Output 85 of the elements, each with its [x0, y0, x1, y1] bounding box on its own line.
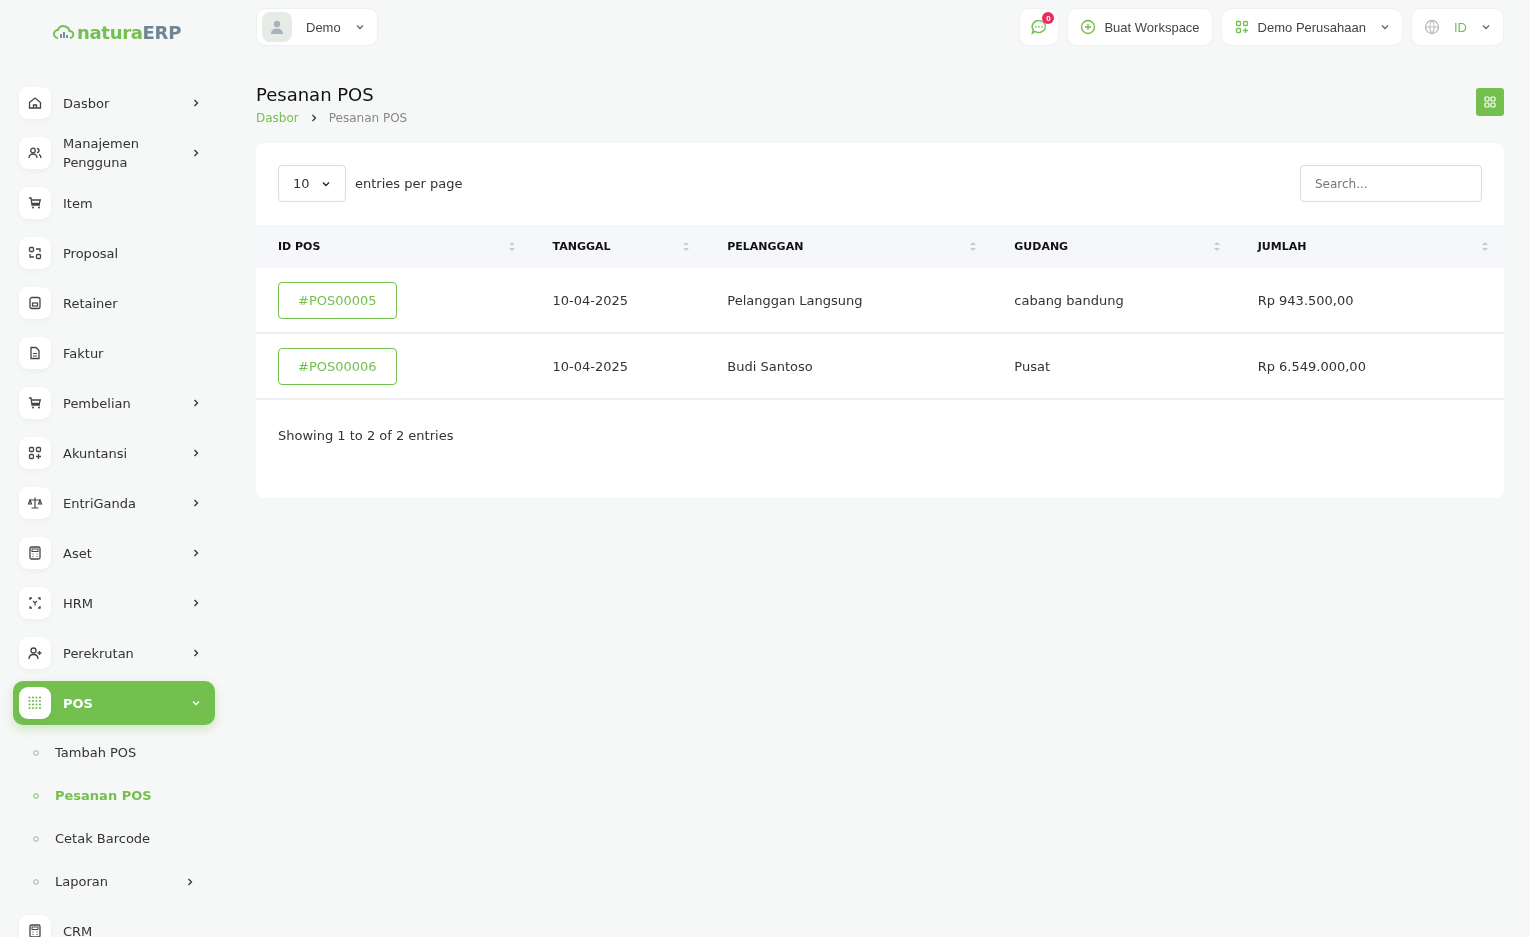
table-cell: Rp 6.549.000,00: [1235, 333, 1504, 399]
focus-icon: [27, 595, 43, 611]
save-icon: [27, 295, 43, 311]
sidebar-item[interactable]: Akuntansi: [13, 431, 215, 475]
sort-icon: [1213, 241, 1220, 252]
dots-grid-icon: [27, 695, 43, 711]
entries-label: entries per page: [355, 176, 464, 191]
sidebar-item[interactable]: Proposal: [13, 231, 215, 275]
bullet-icon: [33, 749, 39, 756]
globe-icon: [1424, 19, 1440, 35]
cart-icon: [27, 395, 43, 411]
grid-icon: [1484, 96, 1496, 108]
users-icon: [27, 145, 43, 161]
chevron-right-icon: [191, 148, 201, 158]
grid-plus-icon: [27, 445, 43, 461]
table-cell: 10-04-2025: [530, 268, 706, 333]
table-cell: Pusat: [992, 333, 1236, 399]
chevron-right-icon: [191, 398, 201, 408]
calculator-icon: [27, 923, 43, 937]
table-cell: cabang bandung: [992, 268, 1236, 333]
table-cell: 10-04-2025: [530, 333, 706, 399]
sidebar-item[interactable]: Manajemen Pengguna: [13, 131, 215, 175]
chevron-right-icon: [191, 648, 201, 658]
search-field[interactable]: Search...: [1300, 165, 1482, 202]
sidebar-item[interactable]: Aset: [13, 531, 215, 575]
sidebar-item[interactable]: HRM: [13, 581, 215, 625]
table-cell: Budi Santoso: [705, 333, 993, 399]
create-workspace-button[interactable]: Buat Workspace: [1067, 8, 1213, 46]
chevron-right-icon: [191, 448, 201, 458]
column-header[interactable]: ID POS: [256, 225, 531, 268]
squares-icon: [27, 245, 43, 261]
chevron-right-icon: [185, 876, 195, 887]
home-icon: [27, 95, 43, 111]
sidebar-item[interactable]: Pembelian: [13, 381, 215, 425]
chevron-down-icon: [1481, 22, 1491, 32]
grid-plus-icon: [1233, 19, 1250, 35]
column-header[interactable]: JUMLAH: [1235, 225, 1504, 268]
table-cell: Rp 943.500,00: [1235, 268, 1504, 333]
sort-icon: [1482, 241, 1488, 252]
company-selector[interactable]: Demo Perusahaan: [1220, 8, 1403, 46]
column-header[interactable]: GUDANG: [992, 225, 1236, 268]
chevron-down-icon: [1380, 22, 1390, 32]
cloud-logo-icon: [53, 24, 75, 40]
sidebar-item[interactable]: EntriGanda: [13, 481, 215, 525]
chevron-right-icon: [191, 98, 201, 108]
scale-icon: [27, 495, 43, 511]
table-cell: Pelanggan Langsung: [705, 268, 993, 333]
user-plus-icon: [27, 645, 43, 661]
breadcrumb-current: Pesanan POS: [328, 111, 408, 125]
column-header[interactable]: TANGGAL: [530, 225, 706, 268]
page-title: Pesanan POS: [256, 84, 375, 105]
sidebar-item[interactable]: Perekrutan: [13, 631, 215, 675]
submenu-item[interactable]: Laporan: [33, 860, 215, 903]
bullet-icon: [33, 878, 39, 885]
avatar-icon: [269, 19, 285, 35]
logo-text: naturaERP: [77, 21, 182, 43]
sidebar-item[interactable]: Faktur: [13, 331, 215, 375]
sort-icon: [508, 241, 515, 252]
chat-button[interactable]: 0: [1019, 8, 1060, 46]
cart-icon: [27, 195, 43, 211]
sidebar-item[interactable]: Item: [13, 181, 215, 225]
plus-circle-icon: [1080, 19, 1097, 35]
submenu-item[interactable]: Tambah POS: [33, 731, 215, 774]
calculator-icon: [27, 545, 43, 561]
sort-icon: [970, 241, 977, 252]
bullet-icon: [33, 792, 39, 799]
sidebar-item[interactable]: CRM: [13, 909, 215, 937]
chevron-down-icon: [191, 698, 201, 708]
chat-icon: [1030, 18, 1049, 36]
notification-badge: 0: [1042, 12, 1055, 24]
chevron-right-icon: [191, 598, 201, 608]
chevron-right-icon: [191, 548, 201, 558]
sidebar-item[interactable]: Dasbor: [13, 81, 215, 125]
page-size-select[interactable]: 10: [278, 165, 346, 202]
document-icon: [27, 345, 43, 361]
column-header[interactable]: PELANGGAN: [705, 225, 993, 268]
bullet-icon: [33, 835, 39, 842]
sidebar-item[interactable]: Retainer: [13, 281, 215, 325]
sort-icon: [683, 241, 690, 252]
user-menu[interactable]: Demo: [256, 8, 378, 46]
chevron-right-icon: [191, 498, 201, 508]
chevron-down-icon: [354, 22, 365, 32]
entries-summary: Showing 1 to 2 of 2 entries: [278, 428, 454, 443]
submenu-item[interactable]: Cetak Barcode: [33, 817, 215, 860]
grid-view-button[interactable]: [1476, 88, 1504, 116]
